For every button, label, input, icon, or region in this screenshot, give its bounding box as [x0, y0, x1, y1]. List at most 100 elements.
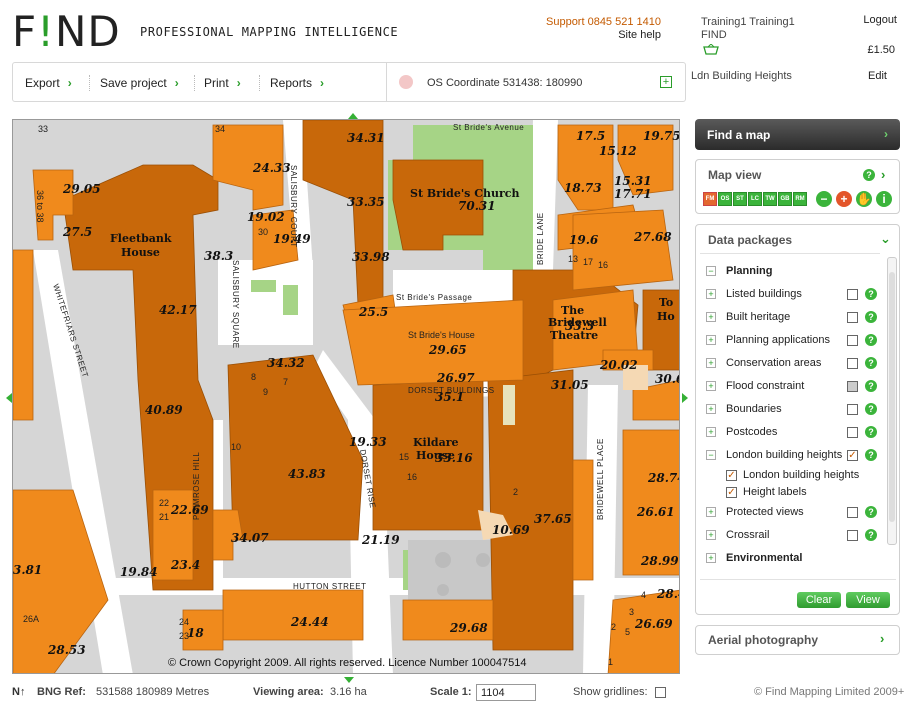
- data-package-checkbox[interactable]: [847, 530, 858, 541]
- data-package-checkbox[interactable]: [847, 289, 858, 300]
- expand-icon[interactable]: +: [706, 312, 716, 322]
- data-package-row[interactable]: + Environmental: [702, 548, 884, 571]
- export-label: Export: [25, 76, 60, 90]
- pan-left-arrow-icon[interactable]: [1, 393, 12, 403]
- zoom-in-icon[interactable]: +: [836, 191, 852, 207]
- export-button[interactable]: Export ›: [25, 76, 72, 90]
- chevron-right-icon[interactable]: ›: [881, 167, 885, 182]
- view-button-st[interactable]: ST: [733, 192, 747, 206]
- help-icon[interactable]: ?: [865, 380, 877, 392]
- logout-link[interactable]: Logout: [863, 14, 897, 26]
- scale-input[interactable]: 1104: [476, 684, 536, 701]
- pan-hand-icon[interactable]: ✋: [856, 191, 872, 207]
- collapse-icon[interactable]: −: [706, 450, 716, 460]
- find-logo[interactable]: F!ND: [12, 11, 121, 53]
- data-package-row[interactable]: − London building heights ✓?: [702, 445, 884, 468]
- help-icon[interactable]: ?: [865, 403, 877, 415]
- pan-right-arrow-icon[interactable]: [682, 393, 693, 403]
- zoom-out-icon[interactable]: −: [816, 191, 832, 207]
- data-package-row[interactable]: + Postcodes?: [702, 422, 884, 445]
- height-label: 37.65: [534, 512, 572, 526]
- data-package-row[interactable]: + Protected views?: [702, 502, 884, 525]
- view-button-fm[interactable]: FM: [703, 192, 717, 206]
- expand-icon[interactable]: +: [706, 335, 716, 345]
- data-package-row[interactable]: + Flood constraint?: [702, 376, 884, 399]
- basket-icon[interactable]: [703, 44, 719, 55]
- data-package-row[interactable]: + Planning applications?: [702, 330, 884, 353]
- expand-icon[interactable]: +: [706, 358, 716, 368]
- data-package-row[interactable]: + Boundaries?: [702, 399, 884, 422]
- expand-icon[interactable]: +: [706, 381, 716, 391]
- help-icon[interactable]: ?: [863, 169, 875, 181]
- help-icon[interactable]: ?: [865, 506, 877, 518]
- height-label: 33.98: [352, 250, 390, 264]
- view-button[interactable]: View: [846, 592, 890, 608]
- divider: [259, 75, 260, 91]
- expand-icon[interactable]: +: [706, 553, 716, 563]
- label-hutton-street: HUTTON STREET: [293, 582, 366, 591]
- data-package-checkbox[interactable]: [847, 335, 858, 346]
- height-label: 29.68: [449, 621, 488, 635]
- chevron-right-icon: ›: [236, 76, 241, 90]
- expand-icon[interactable]: +: [706, 530, 716, 540]
- data-package-checkbox[interactable]: [847, 507, 858, 518]
- clear-button[interactable]: Clear: [797, 592, 841, 608]
- height-label: 21.19: [361, 533, 400, 547]
- data-package-checkbox[interactable]: [847, 358, 858, 369]
- help-icon[interactable]: ?: [865, 357, 877, 369]
- data-package-row[interactable]: + Listed buildings?: [702, 284, 884, 307]
- height-label: 27.68: [633, 230, 672, 244]
- chevron-right-icon[interactable]: ›: [880, 631, 884, 646]
- site-help-link[interactable]: Site help: [618, 29, 661, 41]
- view-button-rm[interactable]: RM: [793, 192, 807, 206]
- help-icon[interactable]: ?: [865, 449, 877, 461]
- expand-icon[interactable]: +: [706, 507, 716, 517]
- expand-icon[interactable]: +: [706, 427, 716, 437]
- data-package-subrow[interactable]: ✓ London building heights: [702, 468, 884, 485]
- print-button[interactable]: Print ›: [204, 76, 241, 90]
- find-a-map-button[interactable]: Find a map ›: [695, 119, 900, 150]
- expand-icon[interactable]: +: [706, 404, 716, 414]
- help-icon[interactable]: ?: [865, 288, 877, 300]
- help-icon[interactable]: ?: [865, 529, 877, 541]
- scrollbar[interactable]: [887, 257, 897, 545]
- add-icon[interactable]: +: [660, 76, 672, 88]
- show-gridlines-checkbox[interactable]: [655, 687, 666, 698]
- data-package-subrow[interactable]: ✓ Height labels: [702, 485, 884, 502]
- data-package-checkbox[interactable]: [847, 312, 858, 323]
- view-button-tw[interactable]: TW: [763, 192, 777, 206]
- map-viewport[interactable]: St Bride's Church Fleetbank House St Bri…: [12, 119, 680, 674]
- pan-up-arrow-icon[interactable]: [348, 108, 358, 119]
- reports-button[interactable]: Reports ›: [270, 76, 324, 90]
- chevron-down-icon[interactable]: ⌄: [880, 231, 891, 247]
- data-package-row[interactable]: − Planning: [702, 261, 884, 284]
- data-package-checkbox[interactable]: [847, 427, 858, 438]
- map-canvas[interactable]: St Bride's Church Fleetbank House St Bri…: [13, 120, 680, 674]
- save-project-button[interactable]: Save project ›: [100, 76, 179, 90]
- sub-checkbox[interactable]: ✓: [726, 470, 737, 481]
- data-package-label: Boundaries: [726, 403, 782, 415]
- edit-project-link[interactable]: Edit: [868, 70, 887, 82]
- house-number: 26A: [23, 614, 39, 624]
- sub-checkbox[interactable]: ✓: [726, 487, 737, 498]
- info-icon[interactable]: i: [876, 191, 892, 207]
- data-package-checkbox[interactable]: ✓: [847, 450, 858, 461]
- support-phone: Support 0845 521 1410: [546, 16, 661, 28]
- help-icon[interactable]: ?: [865, 334, 877, 346]
- data-package-row[interactable]: + Conservation areas?: [702, 353, 884, 376]
- help-icon[interactable]: ?: [865, 426, 877, 438]
- chevron-right-icon: ›: [884, 127, 888, 141]
- aerial-photography-panel[interactable]: Aerial photography ›: [695, 625, 900, 655]
- data-package-checkbox[interactable]: [847, 381, 858, 392]
- view-button-gb[interactable]: GB: [778, 192, 792, 206]
- help-icon[interactable]: ?: [865, 311, 877, 323]
- scrollbar-thumb[interactable]: [889, 272, 895, 522]
- view-button-lc[interactable]: LC: [748, 192, 762, 206]
- view-button-os[interactable]: OS: [718, 192, 732, 206]
- data-package-checkbox[interactable]: [847, 404, 858, 415]
- collapse-icon[interactable]: −: [706, 266, 716, 276]
- data-package-row[interactable]: + Crossrail?: [702, 525, 884, 548]
- expand-icon[interactable]: +: [706, 289, 716, 299]
- data-package-row[interactable]: + Built heritage?: [702, 307, 884, 330]
- north-arrow-icon: N↑: [12, 686, 26, 698]
